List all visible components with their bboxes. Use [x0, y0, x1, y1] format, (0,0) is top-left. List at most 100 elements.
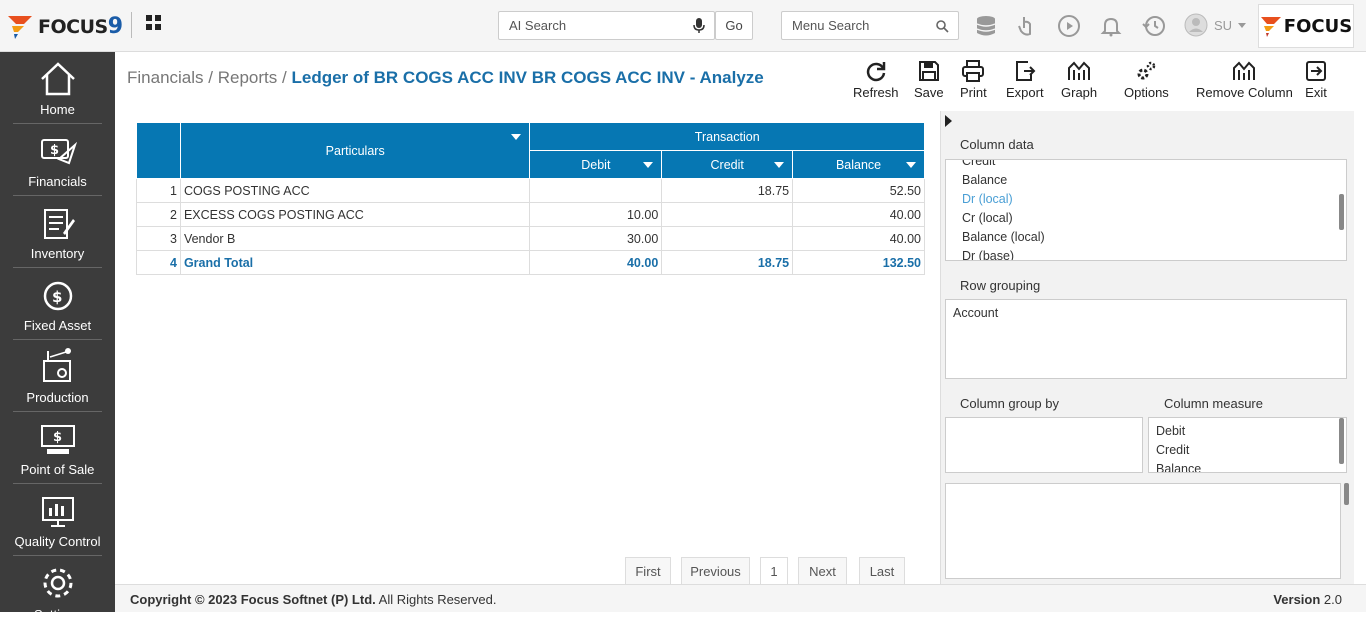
graph-icon	[1068, 61, 1091, 80]
point-of-sale-icon: $	[40, 425, 75, 454]
microphone-icon[interactable]	[693, 18, 705, 34]
play-icon[interactable]	[1057, 14, 1081, 38]
sidebar-item-home[interactable]: Home	[13, 52, 102, 124]
list-item[interactable]: Credit	[946, 160, 1346, 171]
focus-brand-logo: FOCUS	[1258, 4, 1354, 48]
refresh-button[interactable]: Refresh	[853, 60, 899, 100]
row-number: 1	[136, 178, 181, 203]
table-row[interactable]: 3 Vendor B 30.00 40.00	[136, 226, 925, 251]
list-item[interactable]: Account	[946, 304, 1346, 323]
top-bar: FOCUS9 AI Search Go Menu Search SU FOCUS	[0, 0, 1366, 52]
sidebar-item-quality-control[interactable]: Quality Control	[13, 484, 102, 556]
options-gears-icon	[1137, 61, 1156, 80]
particulars-cell[interactable]: Vendor B	[179, 226, 531, 251]
breadcrumb-separator: /	[282, 68, 287, 87]
sidebar-item-production[interactable]: Production	[13, 340, 102, 412]
table-row[interactable]: 1 COGS POSTING ACC 18.75 52.50	[136, 178, 925, 203]
list-item[interactable]: Dr (base)	[946, 247, 1346, 260]
column-data-list[interactable]: Credit Balance Dr (local) Cr (local) Bal…	[945, 159, 1347, 261]
search-icon[interactable]	[936, 20, 949, 33]
user-menu[interactable]: SU	[1184, 13, 1247, 37]
ledger-table: Particulars Transaction Debit Credit Bal…	[136, 122, 925, 275]
history-icon[interactable]	[1142, 14, 1166, 38]
brand-text: FOCUS	[1283, 15, 1353, 37]
list-item[interactable]: Cr (local)	[946, 209, 1346, 228]
remove-column-label: Remove Column	[1196, 85, 1293, 100]
list-item[interactable]: Balance	[946, 171, 1346, 190]
breadcrumb-financials[interactable]: Financials	[127, 68, 204, 87]
collapse-panel-icon[interactable]	[945, 115, 952, 127]
sidebar-item-label: Inventory	[30, 246, 85, 261]
focus-logo-icon	[8, 16, 32, 39]
save-button[interactable]: Save	[914, 60, 944, 100]
column-data-label: Column data	[960, 137, 1034, 152]
apps-grid-icon[interactable]	[146, 15, 161, 30]
sidebar-item-label: Settings	[34, 607, 81, 622]
column-measure-list[interactable]: Debit Credit Balance	[1148, 417, 1347, 473]
list-item[interactable]: Balance (local)	[946, 228, 1346, 247]
list-item-selected[interactable]: Dr (local)	[946, 190, 1346, 209]
export-button[interactable]: Export	[1006, 60, 1044, 100]
notification-bell-icon[interactable]	[1099, 14, 1123, 38]
scrollbar[interactable]	[1344, 483, 1349, 505]
list-item[interactable]: Credit	[1149, 441, 1346, 460]
breadcrumb-reports[interactable]: Reports	[218, 68, 278, 87]
dropdown-arrow-icon[interactable]	[511, 134, 522, 140]
credit-cell: 18.75	[661, 250, 794, 275]
current-page[interactable]: 1	[760, 557, 788, 585]
list-item[interactable]: Balance	[1149, 460, 1346, 472]
sidebar-item-label: Quality Control	[14, 534, 101, 549]
particulars-header[interactable]: Particulars	[179, 122, 531, 179]
go-button[interactable]: Go	[715, 11, 753, 40]
credit-header[interactable]: Credit	[661, 150, 794, 179]
sidebar-item-financials[interactable]: $ Financials	[13, 124, 102, 196]
save-icon	[918, 61, 939, 81]
particulars-cell[interactable]: COGS POSTING ACC	[179, 178, 531, 203]
next-page-button[interactable]: Next	[798, 557, 847, 585]
chevron-down-icon	[1238, 22, 1247, 28]
debit-header[interactable]: Debit	[529, 150, 663, 179]
ai-search-input[interactable]: AI Search	[498, 11, 715, 40]
list-item[interactable]: Debit	[1149, 422, 1346, 441]
debit-cell: 40.00	[529, 250, 663, 275]
refresh-icon	[866, 62, 886, 82]
options-label: Options	[1124, 85, 1169, 100]
touch-icon[interactable]	[1015, 14, 1039, 38]
print-button[interactable]: Print	[960, 60, 987, 100]
graph-button[interactable]: Graph	[1061, 60, 1097, 100]
scrollbar[interactable]	[1339, 418, 1344, 464]
debit-cell: 10.00	[529, 202, 663, 227]
table-row[interactable]: 2 EXCESS COGS POSTING ACC 10.00 40.00	[136, 202, 925, 227]
dropdown-arrow-icon[interactable]	[643, 162, 654, 168]
previous-page-button[interactable]: Previous	[681, 557, 750, 585]
first-page-button[interactable]: First	[625, 557, 671, 585]
sidebar-item-inventory[interactable]: Inventory	[13, 196, 102, 268]
balance-header-label: Balance	[835, 157, 882, 172]
sidebar-item-settings[interactable]: Settings	[13, 556, 102, 628]
focus-logo[interactable]: FOCUS9	[6, 12, 123, 40]
dropdown-arrow-icon[interactable]	[774, 162, 785, 168]
footer: Copyright © 2023 Focus Softnet (P) Ltd. …	[115, 584, 1366, 612]
inventory-icon	[43, 209, 75, 239]
scrollbar[interactable]	[1339, 194, 1344, 230]
breadcrumb-separator: /	[208, 68, 214, 87]
balance-header[interactable]: Balance	[792, 150, 925, 179]
home-icon	[40, 62, 75, 96]
sidebar-item-fixed-asset[interactable]: $ Fixed Asset	[13, 268, 102, 340]
menu-search-input[interactable]: Menu Search	[781, 11, 959, 40]
last-page-button[interactable]: Last	[859, 557, 905, 585]
exit-button[interactable]: Exit	[1305, 60, 1327, 100]
particulars-cell[interactable]: EXCESS COGS POSTING ACC	[179, 202, 531, 227]
particulars-cell: Grand Total	[179, 250, 531, 275]
row-grouping-list[interactable]: Account	[945, 299, 1347, 379]
breadcrumb: Financials / Reports / Ledger of BR COGS…	[127, 68, 764, 88]
column-measure-label: Column measure	[1164, 396, 1263, 411]
dropdown-arrow-icon[interactable]	[906, 162, 916, 168]
quality-control-icon	[41, 497, 74, 527]
options-button[interactable]: Options	[1124, 60, 1169, 100]
row-number: 2	[136, 202, 181, 227]
remove-column-button[interactable]: Remove Column	[1196, 60, 1293, 100]
database-icon[interactable]	[974, 14, 998, 38]
sidebar-item-point-of-sale[interactable]: $ Point of Sale	[13, 412, 102, 484]
column-group-by-list[interactable]	[945, 417, 1143, 473]
